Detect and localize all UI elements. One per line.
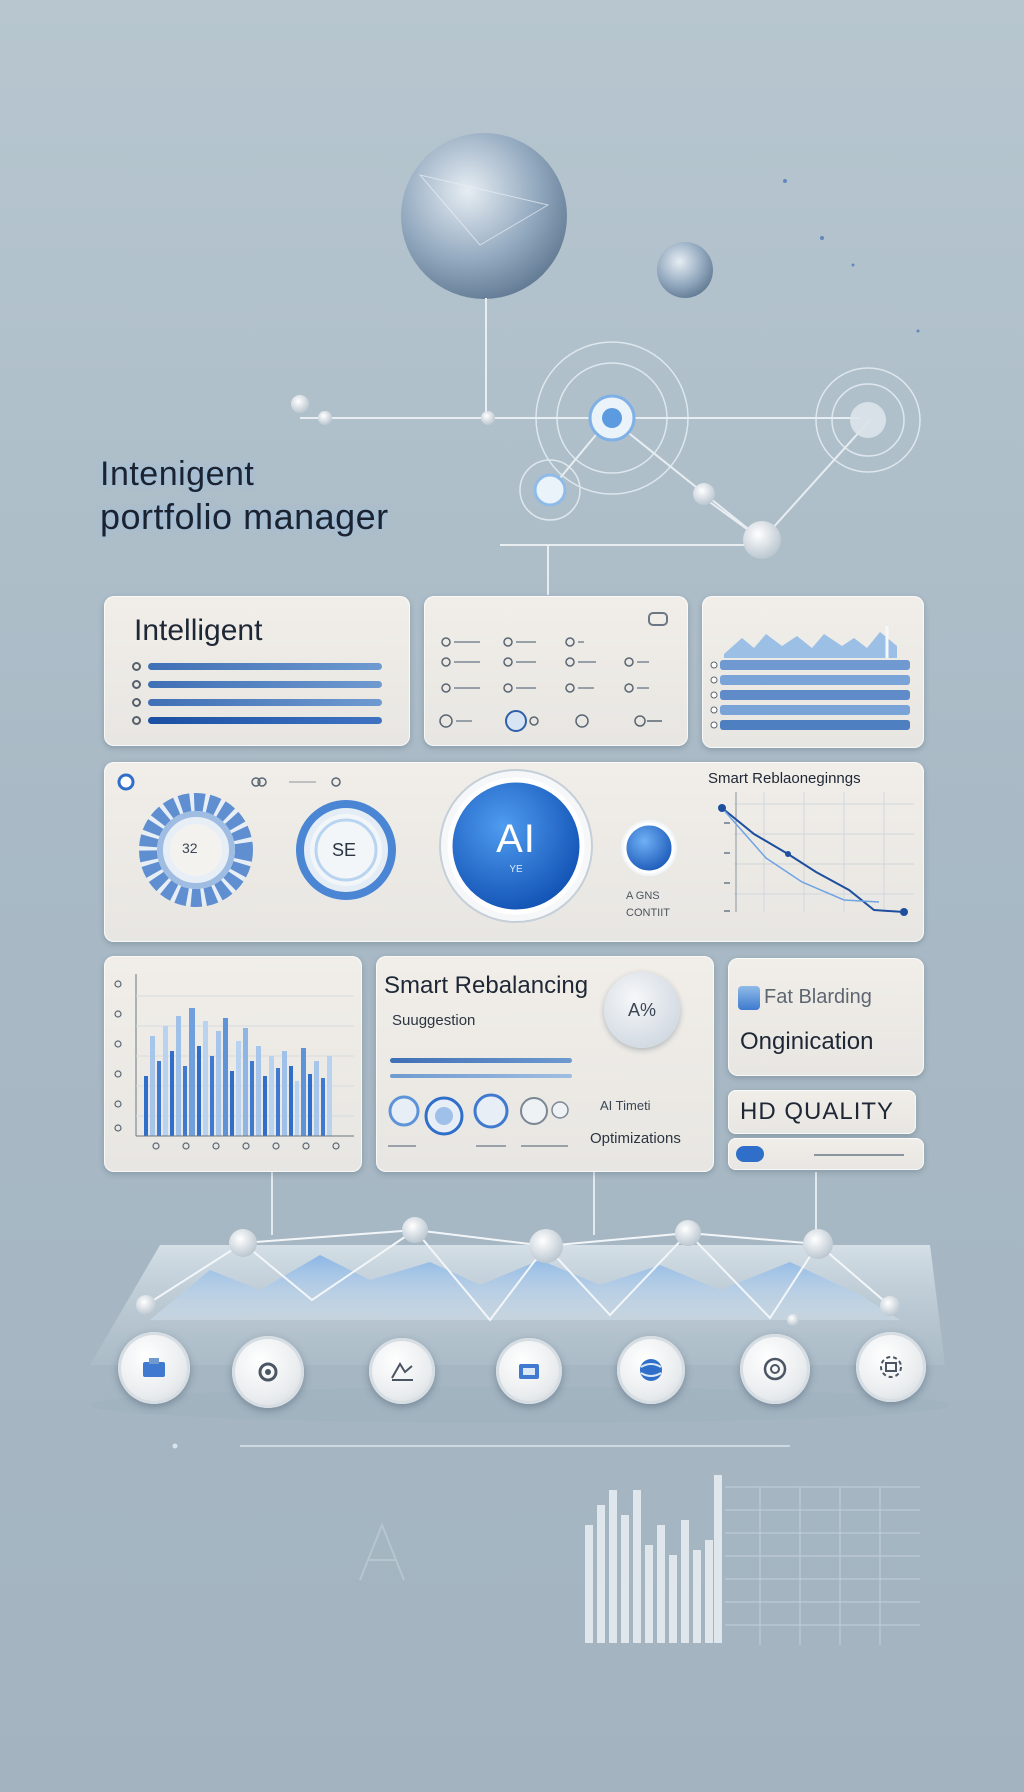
bullet-icon [132,662,141,671]
bar-list-chart-panel [702,596,924,748]
progress-bar [148,699,382,706]
page-title: Intenigent portfolio manager [100,455,500,538]
wallet-button[interactable] [118,1332,190,1404]
bar-chart [114,974,354,1150]
mid-gauge-value: SE [332,840,357,860]
caption-2: CONTIIT [626,907,670,919]
icon-grid-panel [424,596,688,746]
email-button[interactable] [740,1334,810,1404]
ai-overview-panel: 32 SE AI YE Smart Reblaoneginngs A GNS C… [104,762,924,942]
bullet-icon [132,716,141,725]
chart-title: Smart Reblaoneginngs [708,770,861,787]
onboarding-icon [738,986,760,1010]
smart-rebalancing-panel: Smart Rebalancing Suuggestion A% AI Time… [376,956,714,1172]
email-icon [763,1357,787,1381]
bullet-icon [132,680,141,689]
small-orb [657,242,713,298]
optimization-caption-2: Optimizations [590,1130,681,1147]
intelligent-heading: Intelligent [134,614,263,647]
left-gauge-value: 32 [182,840,198,856]
title-line-1: Intenigent [100,455,255,493]
chart-icon [391,1362,413,1381]
hd-quality-panel: HD QUALITY [728,1090,916,1134]
onboarding-panel: Fat Blarding Onginication [728,958,924,1076]
settings-button[interactable] [856,1332,926,1402]
optimization-caption-1: AI Timeti [600,1098,651,1113]
wallet-icon [143,1358,165,1377]
ai-label: AI [496,817,536,861]
settings-icon [880,1356,902,1378]
toggle-line [814,1154,904,1156]
onboarding-heading-1: Fat Blarding [764,986,872,1008]
bullet-icon [132,698,141,707]
folder-button[interactable] [496,1338,562,1404]
stacked-bars-chart [710,626,910,730]
icon-grid [439,637,662,732]
progress-bar [148,681,382,688]
title-line-2: portfolio manager [100,496,389,537]
globe-button[interactable] [617,1336,685,1404]
bar-chart-panel [104,956,362,1172]
gear-icon [258,1362,278,1382]
progress-bar [148,663,382,670]
hd-quality-label: HD QUALITY [740,1098,895,1125]
toggle-switch[interactable] [736,1146,764,1162]
intelligent-panel: Intelligent [104,596,410,746]
globe-icon [640,1359,662,1381]
ai-button[interactable]: AI YE [450,780,582,912]
ai-sub-label: YE [509,864,523,875]
large-orb [401,133,567,299]
progress-bar [148,717,382,724]
toggle-row [728,1138,924,1170]
gear-button[interactable] [232,1336,304,1408]
folder-icon [519,1364,539,1379]
chart-button[interactable] [369,1338,435,1404]
onboarding-heading-2: Onginication [740,1028,874,1055]
caption-1: A GNS [626,890,660,902]
